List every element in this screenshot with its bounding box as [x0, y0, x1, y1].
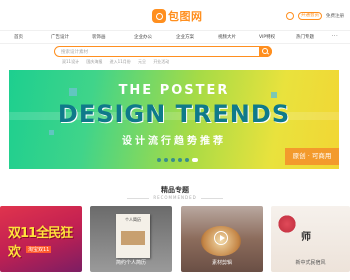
- nav-item-vip[interactable]: VIP特权: [259, 34, 275, 40]
- hero-banner[interactable]: THE POSTER DESIGN TRENDS 设计流行趋势推荐 原创 · 可…: [9, 70, 339, 169]
- resume-image: 个人简历: [116, 214, 150, 258]
- card-title: 双11全民狂欢: [8, 226, 73, 260]
- carousel-dot-active[interactable]: [192, 158, 198, 162]
- resume-photo: [121, 231, 145, 245]
- avatar[interactable]: [286, 12, 294, 20]
- carousel-dot[interactable]: [178, 158, 182, 162]
- carousel-dots: [157, 158, 198, 162]
- banner-subtitle: 设计流行趋势推荐: [122, 136, 226, 147]
- play-icon[interactable]: [214, 231, 228, 245]
- carousel-dot[interactable]: [171, 158, 175, 162]
- logo-text: 包图网: [168, 10, 203, 23]
- plum-blossom-image: [277, 214, 297, 234]
- hot-search-tags: 双11设计 国庆海报 进入11月份 元旦 开业活动: [62, 59, 175, 65]
- nav-item-office[interactable]: 企业办公: [134, 34, 152, 40]
- carousel-dot[interactable]: [157, 158, 161, 162]
- card-label: 新中式民宿风: [295, 260, 326, 266]
- topic-card[interactable]: 双11全民狂欢 淘宝双11: [0, 206, 82, 272]
- resume-title: 个人简历: [125, 217, 141, 222]
- section-subtitle: RECOMMENDED: [0, 195, 350, 200]
- card-calligraphy: 师: [301, 232, 311, 243]
- hot-tag[interactable]: 双11设计: [62, 59, 79, 64]
- section-title: 精品专题: [161, 186, 189, 194]
- card-label: 素材剪辑: [211, 260, 232, 266]
- banner-badge: 原创 · 可商用: [285, 148, 339, 165]
- nav-item-ad-design[interactable]: 广告设计: [51, 34, 69, 40]
- topic-card[interactable]: 师 新中式民宿风: [271, 206, 350, 272]
- topic-card[interactable]: 个人简历 简约个人简历: [90, 206, 172, 272]
- nav-item-home[interactable]: 首页: [14, 34, 23, 40]
- banner-heading: THE POSTER: [118, 83, 230, 98]
- hot-tag[interactable]: 元旦: [138, 59, 146, 64]
- more-icon[interactable]: ···: [331, 32, 338, 40]
- banner-title: DESIGN TRENDS: [57, 100, 291, 128]
- vip-button[interactable]: 开通会员: [298, 12, 322, 20]
- nav-item-video[interactable]: 视频大片: [218, 34, 236, 40]
- search-bar: 搜索设计素材: [54, 46, 272, 57]
- header: 包图网 开通会员 免费注册: [0, 0, 350, 30]
- carousel-dot[interactable]: [185, 158, 189, 162]
- nav-item-topics[interactable]: 热门专题: [296, 34, 314, 40]
- topic-card[interactable]: 素材剪辑: [181, 206, 263, 272]
- search-icon[interactable]: [259, 46, 272, 57]
- nav-item-decor[interactable]: 装饰画: [92, 34, 106, 40]
- register-link[interactable]: 免费注册: [326, 13, 344, 19]
- hot-tag[interactable]: 国庆海报: [86, 59, 102, 64]
- hot-tag[interactable]: 进入11月份: [110, 59, 131, 64]
- hot-tag[interactable]: 开业活动: [153, 59, 169, 64]
- carousel-dot[interactable]: [164, 158, 168, 162]
- header-user-area: 开通会员 免费注册: [286, 12, 344, 20]
- main-nav: 首页 广告设计 装饰画 企业办公 企业方案 视频大片 VIP特权 热门专题 ··…: [0, 30, 350, 44]
- search-input[interactable]: 搜索设计素材: [61, 49, 88, 55]
- site-logo[interactable]: 包图网: [152, 7, 203, 25]
- nav-item-solutions[interactable]: 企业方案: [176, 34, 194, 40]
- card-subtitle: 淘宝双11: [26, 246, 52, 253]
- logo-icon: [152, 9, 166, 23]
- card-label: 简约个人简历: [115, 260, 146, 266]
